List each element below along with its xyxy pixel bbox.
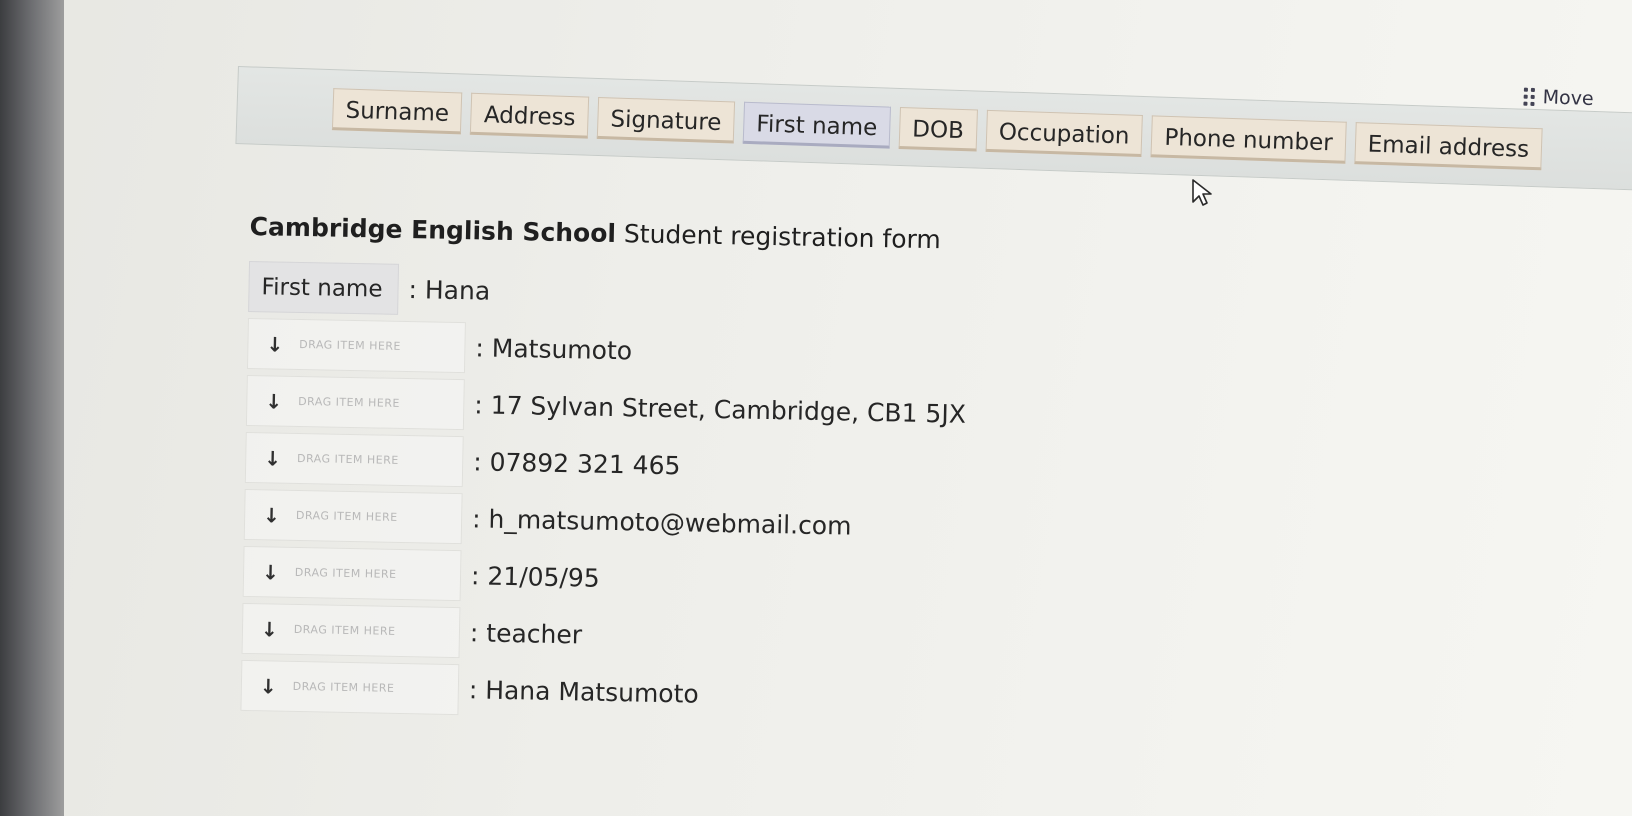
chip-address[interactable]: Address [470, 92, 590, 139]
mouse-pointer-icon [1192, 179, 1212, 206]
chip-occupation[interactable]: Occupation [985, 109, 1144, 158]
form-row: ↓ DRAG ITEM HERE : 17 Sylvan Street, Cam… [245, 374, 967, 440]
arrow-down-icon: ↓ [264, 445, 282, 471]
field-value: : 07892 321 465 [472, 447, 681, 481]
field-value: : Hana [408, 275, 491, 306]
field-value: : h_matsumoto@webmail.com [471, 504, 852, 541]
form-title: Cambridge English School Student registr… [249, 212, 969, 255]
draggable-items-toolbar: Surname Address Signature First name DOB… [235, 66, 1632, 192]
drop-placeholder: DRAG ITEM HERE [294, 565, 397, 581]
arrow-down-icon: ↓ [262, 502, 281, 528]
drop-placeholder: DRAG ITEM HERE [295, 508, 398, 524]
screen: Surname Address Signature First name DOB… [0, 0, 1632, 816]
drop-slot[interactable]: ↓ DRAG ITEM HERE [244, 431, 464, 488]
drop-slot[interactable]: ↓ DRAG ITEM HERE [240, 659, 460, 716]
chip-list: Surname Address Signature First name DOB… [331, 88, 1543, 171]
chip-phone-number[interactable]: Phone number [1150, 115, 1347, 164]
registration-form: Cambridge English School Student registr… [240, 212, 969, 731]
chip-surname[interactable]: Surname [331, 88, 463, 135]
form-row: ↓ DRAG ITEM HERE : 21/05/95 [242, 545, 963, 611]
field-value: : Hana Matsumoto [468, 675, 700, 709]
field-value: : 21/05/95 [470, 561, 600, 593]
arrow-down-icon: ↓ [259, 673, 277, 699]
form-row: ↓ DRAG ITEM HERE : Matsumoto [246, 317, 967, 383]
drop-placeholder: DRAG ITEM HERE [293, 622, 396, 638]
form-subtitle: Student registration form [615, 219, 942, 255]
drop-slot[interactable]: ↓ DRAG ITEM HERE [246, 317, 466, 374]
arrow-down-icon: ↓ [265, 388, 283, 414]
arrow-down-icon: ↓ [261, 559, 280, 585]
drop-placeholder: DRAG ITEM HERE [292, 679, 395, 695]
form-row: ↓ DRAG ITEM HERE : teacher [241, 602, 962, 668]
form-row: ↓ DRAG ITEM HERE : 07892 321 465 [244, 431, 965, 497]
field-value: : Matsumoto [475, 333, 633, 366]
form-row: ↓ DRAG ITEM HERE : Hana Matsumoto [240, 659, 960, 725]
drop-placeholder: DRAG ITEM HERE [299, 337, 402, 353]
chip-dob[interactable]: DOB [898, 106, 978, 152]
chip-email-address[interactable]: Email address [1354, 122, 1543, 171]
grip-icon [1523, 87, 1535, 107]
arrow-down-icon: ↓ [266, 331, 284, 357]
drop-slot[interactable]: ↓ DRAG ITEM HERE [245, 374, 465, 431]
move-handle[interactable]: Move [1523, 86, 1594, 110]
drop-slot[interactable]: ↓ DRAG ITEM HERE [241, 602, 461, 659]
school-name: Cambridge English School [249, 212, 617, 249]
drop-placeholder: DRAG ITEM HERE [298, 394, 400, 410]
drop-placeholder: DRAG ITEM HERE [296, 451, 399, 467]
arrow-down-icon: ↓ [260, 616, 278, 642]
move-label: Move [1542, 86, 1594, 110]
chip-first-name[interactable]: First name [742, 101, 892, 149]
form-row: First name : Hana [248, 260, 968, 326]
drop-slot[interactable]: ↓ DRAG ITEM HERE [242, 545, 462, 602]
field-value: : teacher [469, 618, 583, 650]
drop-slot-filled[interactable]: First name [248, 260, 400, 315]
chip-signature[interactable]: Signature [596, 96, 736, 144]
field-value: : 17 Sylvan Street, Cambridge, CB1 5JX [474, 390, 967, 429]
monitor-bezel [0, 0, 64, 816]
form-row: ↓ DRAG ITEM HERE : h_matsumoto@webmail.c… [243, 488, 964, 554]
drop-slot[interactable]: ↓ DRAG ITEM HERE [243, 488, 463, 545]
